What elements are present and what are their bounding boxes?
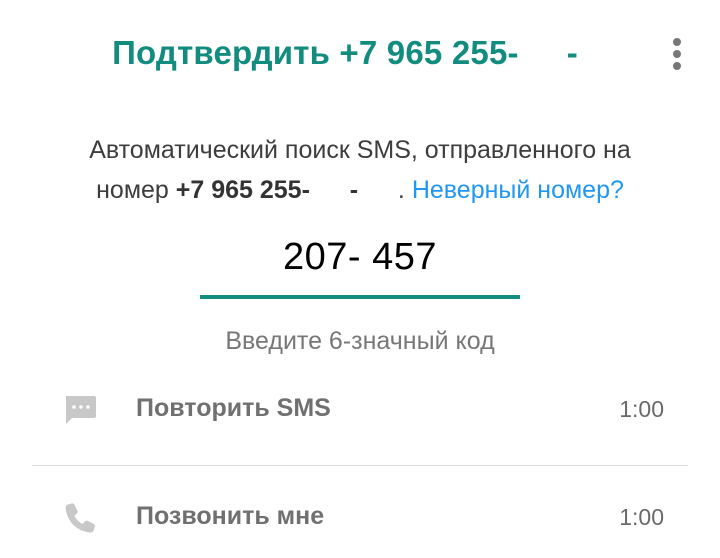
call-me-timer: 1:00 — [619, 504, 664, 530]
description-number-label: номер — [96, 176, 176, 204]
title-suffix: - — [566, 34, 578, 71]
more-vert-icon-dot — [673, 62, 681, 70]
message-icon — [66, 396, 96, 424]
resend-sms-timer: 1:00 — [619, 396, 664, 422]
resend-sms-label: Повторить SMS — [136, 394, 331, 422]
title-prefix: Подтвердить +7 965 255- — [112, 34, 519, 71]
phone-number-dash: - — [349, 176, 359, 204]
options-divider — [32, 465, 688, 466]
call-me-option[interactable]: Позвонить мне 1:00 — [32, 488, 688, 548]
sms-description: Автоматический поиск SMS, отправленного … — [20, 130, 700, 210]
verify-phone-screen: Подтвердить +7 965 255- - Автоматический … — [0, 0, 720, 558]
phone-number: +7 965 255- - — [176, 176, 398, 204]
resend-sms-option[interactable]: Повторить SMS 1:00 — [32, 380, 688, 440]
description-line2: номер +7 965 255- -. Неверный номер? — [20, 170, 700, 210]
code-hint: Введите 6-значный код — [225, 327, 495, 355]
more-options-button[interactable] — [660, 34, 694, 74]
phone-number-prefix: +7 965 255- — [175, 176, 310, 204]
description-line1: Автоматический поиск SMS, отправленного … — [89, 136, 631, 164]
more-vert-icon-dot — [673, 50, 681, 58]
code-input[interactable]: 207- 457 — [200, 236, 520, 279]
call-me-label: Позвонить мне — [136, 502, 325, 530]
phone-icon — [65, 503, 95, 533]
code-input-underline — [200, 295, 520, 299]
redacted-phone-digits: - — [310, 170, 398, 210]
more-vert-icon — [673, 38, 681, 46]
wrong-number-link[interactable]: Неверный номер? — [412, 176, 624, 204]
page-title: Подтвердить +7 965 255- - — [0, 34, 690, 72]
description-period: . — [397, 176, 405, 204]
